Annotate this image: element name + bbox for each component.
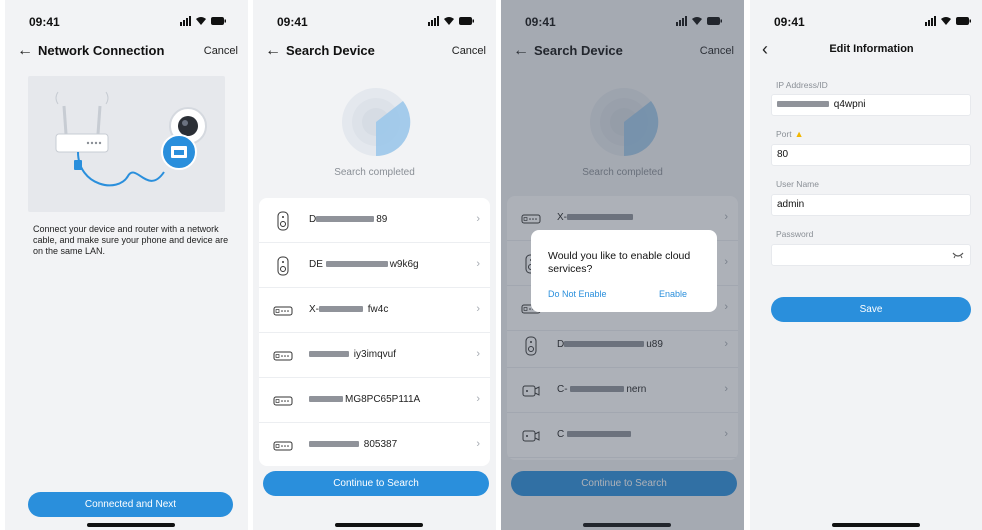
status-bar: 09:41 [750,0,982,40]
device-row[interactable]: MG8PC65P111A › [259,378,490,423]
port-label: Port ▲ [776,129,804,139]
home-indicator [832,523,920,527]
cloud-services-dialog: Would you like to enable cloud services?… [531,230,717,312]
ip-value: q4wpni [833,99,866,110]
page-title: Edit Information [829,43,914,55]
status-bar: 09:41 [253,0,496,40]
status-icons [925,16,971,26]
cancel-button[interactable]: Cancel [452,45,486,57]
device-row[interactable]: X- fw4c › [259,288,490,333]
chevron-right-icon: › [476,213,480,225]
password-field[interactable] [771,244,971,266]
nav-bar: ‹ Edit Information [750,40,982,66]
device-name: 805387 [309,439,397,450]
page-title: Search Device [286,43,375,58]
device-name: X- fw4c [309,304,389,315]
continue-search-button[interactable]: Continue to Search [263,471,489,496]
doorbell-icon [277,256,289,276]
nav-bar: ← Network Connection Cancel [5,40,248,66]
do-not-enable-button[interactable]: Do Not Enable [548,289,607,299]
status-icons [180,16,226,26]
connected-next-button[interactable]: Connected and Next [28,492,233,517]
enable-button[interactable]: Enable [659,289,687,299]
search-status-text: Search completed [334,167,415,178]
chevron-right-icon: › [476,438,480,450]
device-row[interactable]: iy3imqvuf › [259,333,490,378]
instruction-text: Connect your device and router with a ne… [33,224,229,256]
router-camera-illustration [55,91,207,187]
page-title: Network Connection [38,43,165,58]
status-time: 09:41 [774,15,805,29]
save-button[interactable]: Save [771,297,971,322]
edit-information-screen: 09:41 ‹ Edit Information IP Address/ID q… [750,0,982,530]
search-device-screen: 09:41 ← Search Device Cancel Search comp… [253,0,496,530]
device-row[interactable]: DE w9k6g › [259,243,490,288]
back-arrow-icon[interactable]: ← [17,42,33,60]
port-field[interactable]: 80 [771,144,971,166]
ip-label: IP Address/ID [776,80,828,90]
nvr-icon [273,351,293,361]
password-label: Password [776,229,814,239]
nvr-icon [273,396,293,406]
device-list: D 89 › DE w9k6g › X- fw4c › iy3imqvuf › M… [259,198,490,466]
cancel-button[interactable]: Cancel [204,45,238,57]
device-name: D 89 [309,214,388,225]
device-name: DE w9k6g [309,259,419,270]
connection-illustration [28,76,225,212]
status-time: 09:41 [277,15,308,29]
home-indicator [87,523,175,527]
back-arrow-icon[interactable]: ← [265,42,281,60]
warning-icon: ▲ [794,129,804,139]
chevron-right-icon: › [476,303,480,315]
doorbell-icon [277,211,289,231]
device-row[interactable]: D 89 › [259,198,490,243]
status-time: 09:41 [29,15,60,29]
chevron-right-icon: › [476,258,480,270]
ip-address-field[interactable]: q4wpni [771,94,971,116]
nav-bar: ← Search Device Cancel [253,40,496,66]
chevron-right-icon: › [476,348,480,360]
nvr-icon [273,441,293,451]
user-name-label: User Name [776,179,819,189]
eye-closed-icon[interactable] [952,252,964,259]
nvr-icon [273,306,293,316]
device-name: MG8PC65P111A [309,394,420,405]
status-icons [428,16,474,26]
dialog-message: Would you like to enable cloud services? [548,250,691,275]
chevron-right-icon: › [476,393,480,405]
device-name: iy3imqvuf [309,349,396,360]
radar-icon [342,88,411,157]
network-connection-screen: 09:41 ← Network Connection Cancel Connec… [5,0,248,530]
screens-container: 09:41 ← Network Connection Cancel Connec… [0,0,982,530]
search-device-dialog-screen: 09:41 ← Search Device Cancel Search comp… [501,0,744,530]
status-bar: 09:41 [5,0,248,40]
user-name-field[interactable]: admin [771,194,971,216]
device-row[interactable]: 805387 › [259,423,490,466]
home-indicator [335,523,423,527]
